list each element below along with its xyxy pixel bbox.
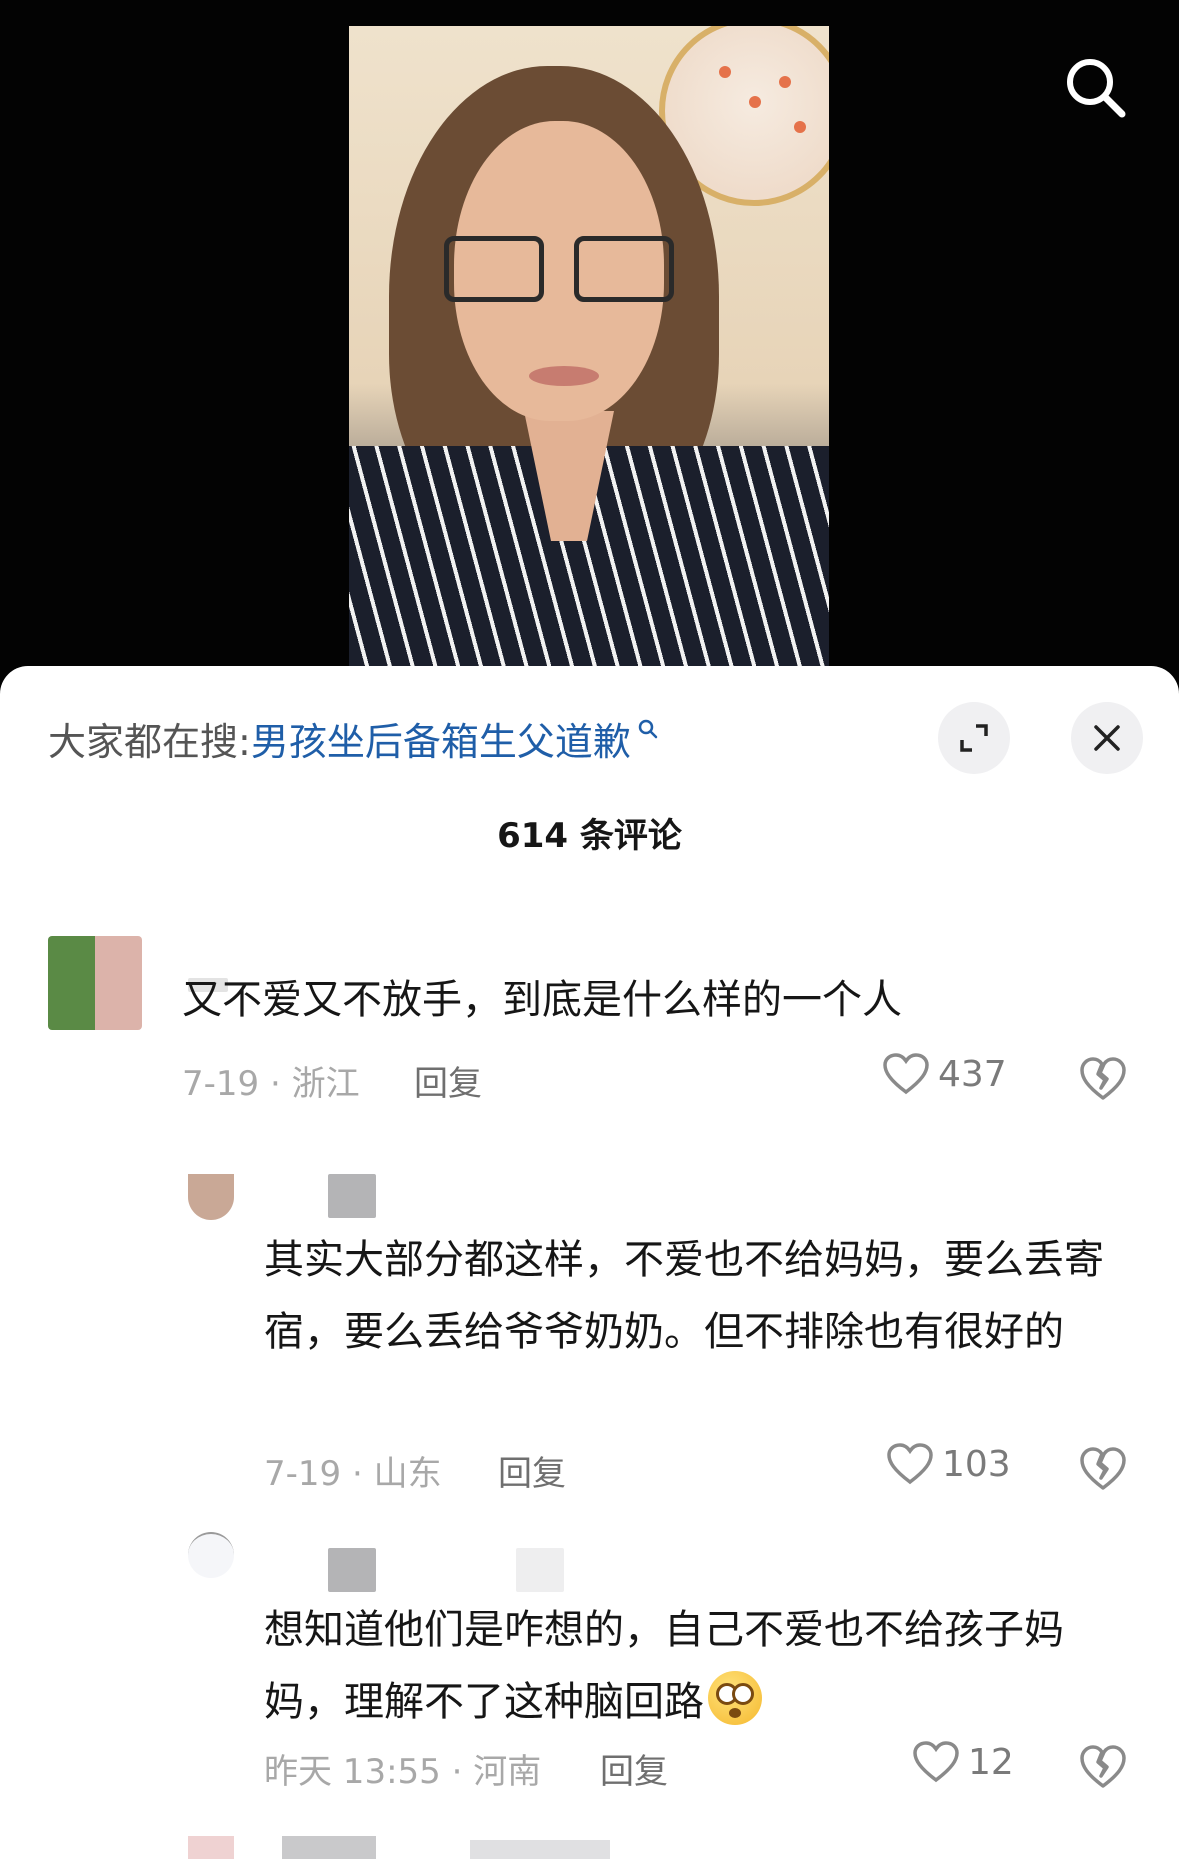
trending-search-prefix: 大家都在搜: [48, 719, 251, 764]
reply-button[interactable]: 回复 [498, 1446, 566, 1495]
expand-icon [960, 724, 988, 752]
username[interactable] [328, 1548, 376, 1592]
comment-meta: 7-19 · 山东 [264, 1454, 442, 1494]
comment-count: 614 条评论 [497, 816, 682, 856]
broken-heart-icon[interactable] [1078, 1054, 1128, 1104]
avatar-block [48, 936, 95, 1030]
video-player[interactable] [0, 0, 1179, 700]
comment-item: 其实大部分都这样，不爱也不给妈妈，要么丢寄宿，要么丢给爷爷奶奶。但不排除也有很好… [0, 1174, 1179, 1534]
glasses-lens [574, 236, 674, 302]
like-button[interactable]: 103 [886, 1442, 1011, 1486]
comment-text: 想知道他们是咋想的，自己不爱也不给孩子妈妈，理解不了这种脑回路 [264, 1594, 1114, 1738]
close-button[interactable] [1071, 702, 1143, 774]
comment-text: 其实大部分都这样，不爱也不给妈妈，要么丢寄宿，要么丢给爷爷奶奶。但不排除也有很好… [264, 1237, 1104, 1355]
avatar[interactable] [48, 936, 142, 1030]
reply-button[interactable]: 回复 [414, 1056, 482, 1105]
ornament-dot [749, 96, 761, 108]
like-button[interactable]: 12 [912, 1740, 1014, 1784]
like-count: 437 [938, 1053, 1007, 1095]
expand-button[interactable] [938, 702, 1010, 774]
reply-button[interactable]: 回复 [600, 1744, 668, 1793]
search-icon [1067, 59, 1126, 118]
comment-meta: 昨天 13:55 · 河南 [264, 1752, 542, 1792]
comment-sheet: 大家都在搜: 男孩坐后备箱生父道歉 614 条评论 又不爱又不放手，到底是什么样… [0, 666, 1179, 1859]
ornament-dot [794, 121, 806, 133]
comment-item-partial [0, 1836, 1179, 1859]
heart-icon [883, 1053, 929, 1095]
person-glasses [444, 236, 674, 306]
avatar[interactable] [188, 1532, 234, 1578]
video-frame[interactable] [349, 26, 829, 676]
emoji-mouth [729, 1708, 741, 1718]
heart-icon [887, 1443, 933, 1485]
comment-item: 想知道他们是咋想的，自己不爱也不给孩子妈妈，理解不了这种脑回路 昨天 13:55… [0, 1532, 1179, 1832]
like-count: 12 [968, 1741, 1014, 1783]
username[interactable] [282, 1836, 376, 1859]
comment-text-body: 想知道他们是咋想的，自己不爱也不给孩子妈妈，理解不了这种脑回路 [264, 1607, 1064, 1725]
small-search-icon [638, 719, 658, 739]
like-count: 103 [942, 1443, 1011, 1485]
ornament-dot [779, 76, 791, 88]
trending-search[interactable]: 大家都在搜: 男孩坐后备箱生父道歉 [48, 708, 659, 768]
avatar[interactable] [188, 1174, 234, 1220]
close-icon [1094, 725, 1120, 751]
dizzy-face-emoji [708, 1671, 762, 1725]
comment-meta: 7-19 · 浙江 [182, 1064, 360, 1104]
trending-search-query[interactable]: 男孩坐后备箱生父道歉 [251, 711, 631, 766]
broken-heart-icon[interactable] [1078, 1742, 1128, 1792]
person-mouth [529, 366, 599, 386]
username-extra [470, 1840, 610, 1859]
username-extra [516, 1548, 564, 1592]
avatar[interactable] [188, 1836, 234, 1859]
username[interactable] [328, 1174, 376, 1218]
ornament-dot [719, 66, 731, 78]
broken-heart-icon[interactable] [1078, 1444, 1128, 1494]
avatar-block [95, 936, 142, 1030]
search-button[interactable] [1060, 52, 1130, 122]
glasses-lens [444, 236, 544, 302]
heart-icon [913, 1741, 959, 1783]
comment-text: 又不爱又不放手，到底是什么样的一个人 [182, 977, 902, 1023]
comment-item: 又不爱又不放手，到底是什么样的一个人 7-19 · 浙江 回复 437 [0, 936, 1179, 1186]
like-button[interactable]: 437 [882, 1052, 1007, 1096]
